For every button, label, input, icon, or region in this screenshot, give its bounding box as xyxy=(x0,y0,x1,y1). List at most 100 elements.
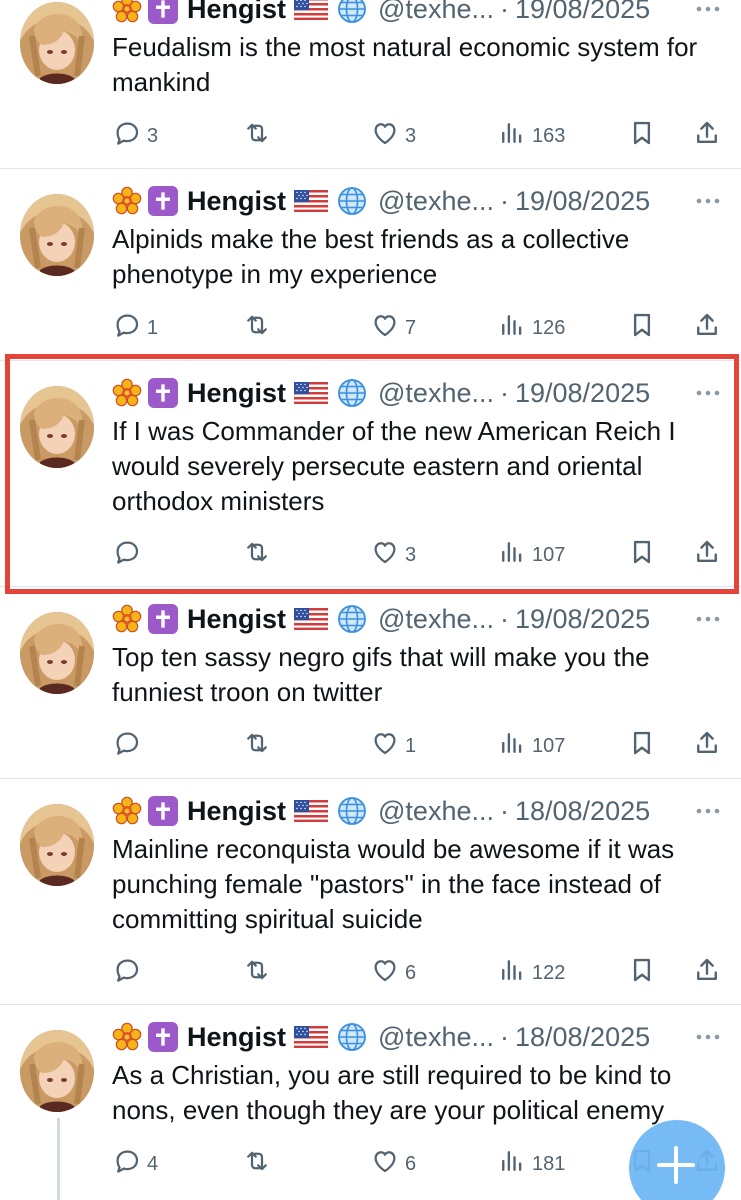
tweet-divider xyxy=(0,1004,741,1005)
highlight-box xyxy=(5,354,739,594)
avatar[interactable] xyxy=(20,804,94,886)
display-name[interactable]: Hengist xyxy=(187,186,286,217)
cross-icon xyxy=(148,796,178,826)
display-name[interactable]: Hengist xyxy=(187,1022,286,1053)
like-button[interactable]: 7 xyxy=(370,310,416,346)
bookmark-button[interactable] xyxy=(627,955,657,991)
separator-dot: · xyxy=(499,795,509,826)
flower-icon xyxy=(112,796,142,826)
reply-icon xyxy=(112,118,142,154)
reply-button[interactable] xyxy=(112,728,147,764)
tweet-date[interactable]: 18/08/2025 xyxy=(515,796,650,827)
compose-button[interactable] xyxy=(629,1120,725,1200)
share-button[interactable] xyxy=(692,955,722,991)
tweet-date[interactable]: 18/08/2025 xyxy=(515,1022,650,1053)
tweet-divider xyxy=(0,778,741,779)
more-icon[interactable] xyxy=(695,615,721,623)
cross-icon xyxy=(148,1022,178,1052)
reply-icon xyxy=(112,955,142,991)
avatar[interactable] xyxy=(20,194,94,276)
avatar[interactable] xyxy=(20,612,94,694)
avatar[interactable] xyxy=(20,2,94,84)
retweet-button[interactable] xyxy=(242,1146,277,1182)
like-button[interactable]: 6 xyxy=(370,955,416,991)
tweet-header: Hengist @texhe... · 19/08/2025 xyxy=(112,184,650,218)
views-button[interactable]: 163 xyxy=(497,118,565,154)
retweet-button[interactable] xyxy=(242,728,277,764)
heart-icon xyxy=(370,728,400,764)
reply-button[interactable]: 3 xyxy=(112,118,158,154)
views-icon xyxy=(497,310,527,346)
retweet-icon xyxy=(242,728,272,764)
display-name[interactable]: Hengist xyxy=(187,0,286,25)
like-button[interactable]: 6 xyxy=(370,1146,416,1182)
flower-icon xyxy=(112,604,142,634)
share-icon xyxy=(692,955,722,991)
like-button[interactable]: 1 xyxy=(370,728,416,764)
share-button[interactable] xyxy=(692,728,722,764)
heart-icon xyxy=(370,310,400,346)
reply-count: 1 xyxy=(147,316,159,339)
bookmark-icon xyxy=(627,118,657,154)
reply-button[interactable]: 4 xyxy=(112,1146,158,1182)
more-icon[interactable] xyxy=(695,1033,721,1041)
user-handle[interactable]: @texhe... xyxy=(378,796,494,827)
us-flag-icon xyxy=(294,800,328,822)
like-button[interactable]: 3 xyxy=(370,118,416,154)
views-button[interactable]: 107 xyxy=(497,728,565,764)
tweet-header: Hengist @texhe... · 18/08/2025 xyxy=(112,794,650,828)
reply-icon xyxy=(112,728,142,764)
view-count: 163 xyxy=(532,124,566,147)
retweet-button[interactable] xyxy=(242,310,277,346)
view-count: 181 xyxy=(532,1152,566,1175)
view-count: 107 xyxy=(532,734,566,757)
user-handle[interactable]: @texhe... xyxy=(378,186,494,217)
tweet-text: As a Christian, you are still required t… xyxy=(112,1060,672,1125)
us-flag-icon xyxy=(294,1026,328,1048)
more-icon[interactable] xyxy=(695,5,721,13)
more-icon[interactable] xyxy=(695,807,721,815)
bookmark-button[interactable] xyxy=(627,310,657,346)
retweet-button[interactable] xyxy=(242,118,277,154)
views-button[interactable]: 122 xyxy=(497,955,565,991)
retweet-button[interactable] xyxy=(242,955,277,991)
tweet-header: Hengist @texhe... · 19/08/2025 xyxy=(112,602,650,636)
bookmark-button[interactable] xyxy=(627,118,657,154)
like-count: 6 xyxy=(405,1152,417,1175)
tweet-divider xyxy=(0,168,741,169)
tweet-date[interactable]: 19/08/2025 xyxy=(515,0,650,25)
reply-button[interactable] xyxy=(112,955,147,991)
views-button[interactable]: 126 xyxy=(497,310,565,346)
view-count: 126 xyxy=(532,316,566,339)
tweet-actions: 1 107 xyxy=(0,728,741,762)
bookmark-button[interactable] xyxy=(627,728,657,764)
more-icon[interactable] xyxy=(695,197,721,205)
user-handle[interactable]: @texhe... xyxy=(378,1022,494,1053)
like-count: 3 xyxy=(405,124,417,147)
display-name[interactable]: Hengist xyxy=(187,604,286,635)
retweet-icon xyxy=(242,955,272,991)
reply-button[interactable]: 1 xyxy=(112,310,158,346)
heart-icon xyxy=(370,955,400,991)
share-button[interactable] xyxy=(692,310,722,346)
compose-plus-icon xyxy=(657,1146,695,1184)
bookmark-icon xyxy=(627,310,657,346)
avatar[interactable] xyxy=(20,1030,94,1112)
separator-dot: · xyxy=(499,603,509,634)
views-button[interactable]: 181 xyxy=(497,1146,565,1182)
us-flag-icon xyxy=(294,0,328,20)
tweet-date[interactable]: 19/08/2025 xyxy=(515,186,650,217)
separator-dot: · xyxy=(499,0,509,24)
views-icon xyxy=(497,728,527,764)
like-count: 7 xyxy=(405,316,417,339)
display-name[interactable]: Hengist xyxy=(187,796,286,827)
views-icon xyxy=(497,118,527,154)
share-button[interactable] xyxy=(692,118,722,154)
globe-icon xyxy=(336,603,368,635)
user-handle[interactable]: @texhe... xyxy=(378,604,494,635)
tweet-header: Hengist @texhe... · 19/08/2025 xyxy=(112,0,650,26)
tweet-date[interactable]: 19/08/2025 xyxy=(515,604,650,635)
tweet[interactable]: Hengist @texhe... · 18/08/2025 As a Chri… xyxy=(0,0,741,1175)
heart-icon xyxy=(370,118,400,154)
user-handle[interactable]: @texhe... xyxy=(378,0,494,25)
